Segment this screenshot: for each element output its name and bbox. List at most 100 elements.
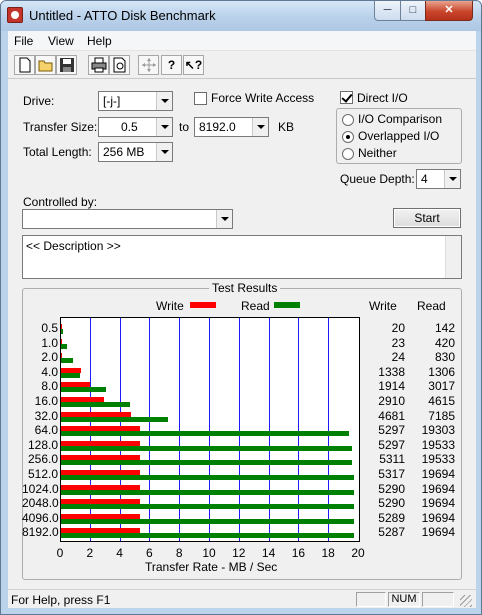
- write-value: 4681: [378, 408, 405, 423]
- start-button[interactable]: Start: [393, 208, 461, 228]
- status-bar: For Help, press F1 NUM: [8, 589, 476, 608]
- description-box[interactable]: << Description >>: [22, 235, 462, 279]
- x-tick-label: 4: [116, 546, 123, 560]
- neither-radio[interactable]: [342, 148, 354, 160]
- read-bar: [61, 489, 355, 495]
- queue-depth-select[interactable]: 4: [416, 169, 461, 189]
- y-tick-label: 1024.0: [22, 481, 59, 496]
- x-tick-label: 2: [86, 546, 94, 560]
- menu-file[interactable]: File: [14, 34, 33, 48]
- read-bar: [61, 416, 169, 422]
- x-tick-label: 16: [291, 546, 306, 560]
- direct-io-checkbox[interactable]: [340, 91, 353, 104]
- read-value: 142: [434, 321, 455, 335]
- read-value: 19694: [421, 510, 455, 525]
- read-bar: [61, 387, 106, 393]
- x-tick-label: 8: [175, 546, 183, 560]
- print-preview-icon[interactable]: [109, 55, 130, 75]
- y-tick-label: 64.0: [34, 423, 58, 438]
- read-bar: [61, 343, 68, 349]
- write-value: 20: [391, 321, 405, 335]
- num-lock-indicator: NUM: [388, 592, 420, 607]
- io-comparison-radio[interactable]: [342, 114, 354, 126]
- read-value: 19694: [421, 525, 455, 540]
- read-value: 3017: [428, 379, 455, 394]
- resize-grip-icon[interactable]: [460, 595, 472, 607]
- open-icon[interactable]: [35, 55, 56, 75]
- test-results-title: Test Results: [209, 281, 281, 295]
- read-bar: [61, 372, 81, 378]
- queue-depth-value: 4: [421, 172, 428, 186]
- direct-io-label: Direct I/O: [357, 91, 408, 105]
- context-help-icon[interactable]: ↖?: [183, 55, 204, 75]
- drive-select[interactable]: [-j-]: [98, 91, 173, 111]
- write-value: 2910: [378, 394, 405, 408]
- read-bar: [61, 533, 355, 539]
- chevron-down-icon[interactable]: [156, 143, 172, 161]
- print-icon[interactable]: [88, 55, 109, 75]
- transfer-from-value: 0.5: [121, 120, 138, 134]
- transfer-from-select[interactable]: 0.5: [98, 117, 173, 137]
- chevron-down-icon[interactable]: [216, 210, 232, 228]
- move-icon[interactable]: [138, 55, 159, 75]
- read-column-header: Read: [417, 299, 446, 313]
- write-value: 1914: [378, 379, 405, 394]
- menu-view[interactable]: View: [48, 34, 74, 48]
- read-bar: [61, 518, 355, 524]
- controlled-by-label: Controlled by:: [23, 195, 98, 209]
- chevron-down-icon[interactable]: [156, 92, 172, 110]
- new-icon[interactable]: [14, 55, 35, 75]
- close-button[interactable]: ✕: [425, 1, 473, 21]
- read-bar: [61, 445, 353, 451]
- status-text: For Help, press F1: [11, 593, 111, 607]
- transfer-rate-chart: [60, 317, 360, 542]
- description-scrollbar[interactable]: [445, 236, 461, 278]
- force-write-checkbox[interactable]: [194, 92, 207, 105]
- y-tick-label: 2048.0: [22, 496, 59, 511]
- maximize-button[interactable]: □: [400, 1, 426, 21]
- read-value: 19533: [421, 437, 455, 452]
- save-icon[interactable]: [56, 55, 77, 75]
- y-tick-label: 4096.0: [22, 510, 59, 525]
- overlapped-io-label: Overlapped I/O: [358, 129, 440, 143]
- y-tick-label: 8.0: [41, 379, 58, 394]
- minimize-button[interactable]: ─: [374, 1, 401, 21]
- y-tick-label: 256.0: [27, 452, 58, 467]
- x-tick-label: 14: [261, 546, 276, 560]
- neither-label: Neither: [358, 146, 397, 160]
- write-value: 1338: [378, 364, 405, 379]
- status-panel-empty: [356, 592, 386, 607]
- total-length-select[interactable]: 256 MB: [98, 142, 173, 162]
- read-value: 19694: [421, 496, 455, 511]
- read-bar: [61, 431, 349, 437]
- controlled-by-select[interactable]: [22, 209, 233, 229]
- write-value: 5290: [378, 481, 405, 496]
- chevron-down-icon[interactable]: [444, 170, 460, 188]
- menu-bar: File View Help: [8, 31, 476, 51]
- y-tick-label: 128.0: [27, 437, 58, 452]
- write-value: 24: [391, 350, 405, 365]
- io-comparison-label: I/O Comparison: [358, 112, 443, 126]
- y-tick-label: 32.0: [34, 408, 58, 423]
- total-length-value: 256 MB: [103, 145, 145, 159]
- overlapped-io-radio[interactable]: [342, 131, 354, 143]
- read-bar: [61, 475, 355, 480]
- transfer-size-label: Transfer Size:: [23, 120, 98, 134]
- menu-help[interactable]: Help: [87, 34, 112, 48]
- write-value: 5287: [378, 525, 405, 540]
- title-bar[interactable]: Untitled - ATTO Disk Benchmark ─ □ ✕: [1, 1, 481, 31]
- chevron-down-icon[interactable]: [252, 118, 268, 136]
- read-value: 830: [434, 350, 455, 365]
- x-tick-label: 10: [202, 546, 216, 560]
- x-tick-label: 12: [232, 546, 246, 560]
- toolbar: ? ↖?: [8, 51, 476, 79]
- transfer-to-select[interactable]: 8192.0: [194, 117, 269, 137]
- read-value: 19694: [421, 481, 455, 496]
- transfer-to-value: 8192.0: [199, 120, 236, 134]
- chevron-down-icon[interactable]: [156, 118, 172, 136]
- app-window: Untitled - ATTO Disk Benchmark ─ □ ✕ Fil…: [0, 0, 482, 615]
- legend-read-label: Read: [241, 299, 270, 313]
- help-icon[interactable]: ?: [161, 55, 182, 75]
- write-value: 5297: [378, 423, 405, 438]
- kb-label: KB: [278, 120, 295, 134]
